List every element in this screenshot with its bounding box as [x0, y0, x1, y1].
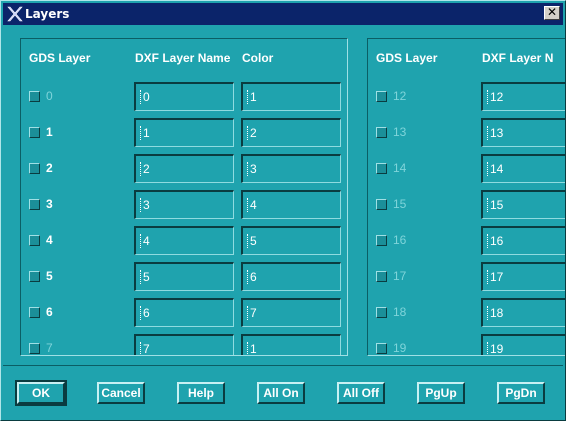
gds-layer-number: 2 [46, 161, 53, 175]
page-down-button[interactable]: PgDn [497, 382, 545, 404]
dxf-layer-name-input[interactable]: 13 [481, 118, 565, 147]
layer-row: 14 14 [368, 154, 565, 184]
dxf-layer-name-input[interactable]: 3 [134, 190, 234, 219]
x-window-icon [7, 6, 23, 22]
gds-layer-number: 17 [393, 269, 407, 283]
layer-row: 771 [21, 334, 347, 355]
layer-enable-checkbox[interactable] [376, 343, 387, 354]
layer-row: 001 [21, 82, 347, 112]
gds-layer-number: 0 [46, 89, 53, 103]
dialog-body: GDS Layer DXF Layer Name Color 001112223… [3, 25, 565, 418]
layer-row: 15 15 [368, 190, 565, 220]
color-input[interactable]: 5 [241, 226, 341, 255]
help-button[interactable]: Help [177, 382, 225, 404]
gds-layer-number: 12 [393, 89, 407, 103]
layer-enable-checkbox[interactable] [29, 343, 40, 354]
gds-layer-number: 4 [46, 233, 53, 247]
layer-enable-checkbox[interactable] [376, 307, 387, 318]
gds-layer-number: 13 [393, 125, 407, 139]
layer-enable-checkbox[interactable] [376, 271, 387, 282]
color-input[interactable]: 1 [241, 334, 341, 355]
gds-layer-number: 5 [46, 269, 53, 283]
color-input[interactable]: 4 [241, 190, 341, 219]
dxf-layer-name-input[interactable]: 16 [481, 226, 565, 255]
layer-enable-checkbox[interactable] [376, 127, 387, 138]
layer-row: 334 [21, 190, 347, 220]
page-up-button[interactable]: PgUp [417, 382, 465, 404]
dxf-layer-name-input[interactable]: 12 [481, 82, 565, 111]
gds-layer-number: 6 [46, 305, 53, 319]
dxf-layer-name-input[interactable]: 18 [481, 298, 565, 327]
layer-row: 13 13 [368, 118, 565, 148]
layers-panel-left[interactable]: GDS Layer DXF Layer Name Color 001112223… [20, 38, 348, 356]
dxf-layer-name-input[interactable]: 4 [134, 226, 234, 255]
layer-row: 19 19 [368, 334, 565, 355]
layer-row: 112 [21, 118, 347, 148]
cancel-button[interactable]: Cancel [97, 382, 145, 404]
all-off-button[interactable]: All Off [337, 382, 385, 404]
gds-layer-number: 18 [393, 305, 407, 319]
layer-row: 17 17 [368, 262, 565, 292]
gds-layer-header: GDS Layer [376, 51, 438, 65]
layer-row: 16 16 [368, 226, 565, 256]
dxf-layer-name-input[interactable]: 6 [134, 298, 234, 327]
ok-button[interactable]: OK [15, 380, 67, 406]
color-input[interactable]: 6 [241, 262, 341, 291]
gds-layer-number: 15 [393, 197, 407, 211]
dxf-layer-name-input[interactable]: 1 [134, 118, 234, 147]
gds-layer-number: 19 [393, 341, 407, 355]
dxf-layer-name-input[interactable]: 5 [134, 262, 234, 291]
dxf-layer-name-input[interactable]: 2 [134, 154, 234, 183]
layer-enable-checkbox[interactable] [29, 163, 40, 174]
layer-enable-checkbox[interactable] [376, 163, 387, 174]
layer-row: 18 18 [368, 298, 565, 328]
layer-enable-checkbox[interactable] [29, 91, 40, 102]
layer-row: 12 12 [368, 82, 565, 112]
layer-enable-checkbox[interactable] [29, 307, 40, 318]
layer-row: 445 [21, 226, 347, 256]
layers-dialog: Layers ✕ GDS Layer DXF Layer Name Color … [0, 0, 566, 421]
gds-layer-number: 3 [46, 197, 53, 211]
layer-enable-checkbox[interactable] [29, 199, 40, 210]
layer-enable-checkbox[interactable] [29, 271, 40, 282]
title-bar[interactable]: Layers ✕ [3, 3, 563, 25]
color-input[interactable]: 7 [241, 298, 341, 327]
layer-enable-checkbox[interactable] [376, 199, 387, 210]
layer-enable-checkbox[interactable] [29, 235, 40, 246]
layer-enable-checkbox[interactable] [376, 235, 387, 246]
close-button[interactable]: ✕ [544, 6, 560, 20]
dxf-layer-name-header: DXF Layer N [482, 51, 554, 65]
button-bar-divider [3, 365, 563, 366]
dxf-layer-name-input[interactable]: 14 [481, 154, 565, 183]
color-header: Color [242, 51, 274, 65]
dxf-layer-name-header: DXF Layer Name [135, 51, 231, 65]
gds-layer-number: 7 [46, 341, 53, 355]
color-input[interactable]: 3 [241, 154, 341, 183]
layer-enable-checkbox[interactable] [376, 91, 387, 102]
layer-row: 223 [21, 154, 347, 184]
gds-layer-number: 1 [46, 125, 53, 139]
gds-layer-number: 16 [393, 233, 407, 247]
dxf-layer-name-input[interactable]: 0 [134, 82, 234, 111]
dxf-layer-name-input[interactable]: 19 [481, 334, 565, 355]
color-input[interactable]: 1 [241, 82, 341, 111]
layer-row: 556 [21, 262, 347, 292]
layer-enable-checkbox[interactable] [29, 127, 40, 138]
color-input[interactable]: 2 [241, 118, 341, 147]
layer-row: 667 [21, 298, 347, 328]
dxf-layer-name-input[interactable]: 15 [481, 190, 565, 219]
layers-panel-right[interactable]: GDS Layer DXF Layer N 12 12 13 13 14 14 15 15 16… [367, 38, 565, 356]
dxf-layer-name-input[interactable]: 17 [481, 262, 565, 291]
window-title: Layers [25, 7, 70, 21]
gds-layer-header: GDS Layer [29, 51, 91, 65]
close-icon: ✕ [546, 5, 558, 19]
all-on-button[interactable]: All On [257, 382, 305, 404]
gds-layer-number: 14 [393, 161, 407, 175]
dxf-layer-name-input[interactable]: 7 [134, 334, 234, 355]
